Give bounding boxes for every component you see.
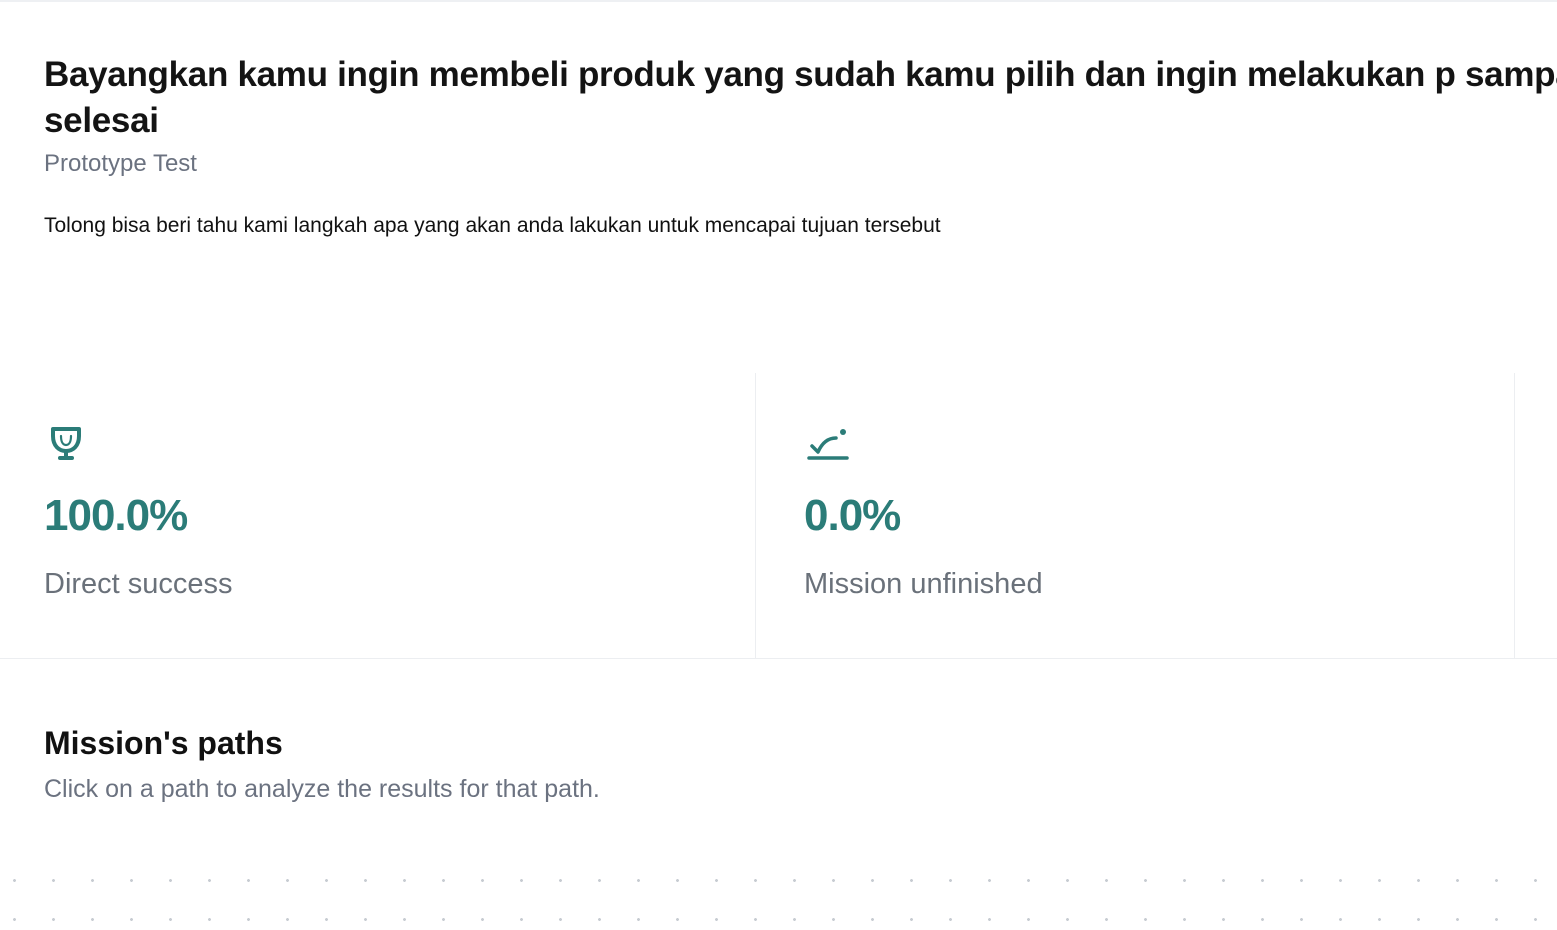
mission-paths-subtitle: Click on a path to analyze the results f… [44,775,600,803]
mission-unfinished-value: 0.0% [804,491,901,540]
task-description: Tolong bisa beri tahu kami langkah apa y… [44,214,941,237]
partially-visible-stat-card [1515,373,1557,658]
prototype-test-results-page: Bayangkan kamu ingin membeli produk yang… [0,0,1557,930]
direct-success-card: 100.0% Direct success [0,373,756,658]
task-title: Bayangkan kamu ingin membeli produk yang… [44,55,1557,140]
trophy-icon [44,424,92,464]
mission-unfinished-label: Mission unfinished [804,568,1043,600]
direct-success-label: Direct success [44,568,233,600]
mission-unfinished-card: 0.0% Mission unfinished [756,373,1515,658]
task-type-label: Prototype Test [44,150,197,177]
top-border [0,0,1557,2]
mission-paths-canvas[interactable] [0,866,1557,930]
stats-row: 100.0% Direct success 0.0% Mission unfin… [0,373,1557,659]
mission-unfinished-icon [804,424,852,464]
direct-success-value: 100.0% [44,491,188,540]
mission-paths-title: Mission's paths [44,725,283,761]
